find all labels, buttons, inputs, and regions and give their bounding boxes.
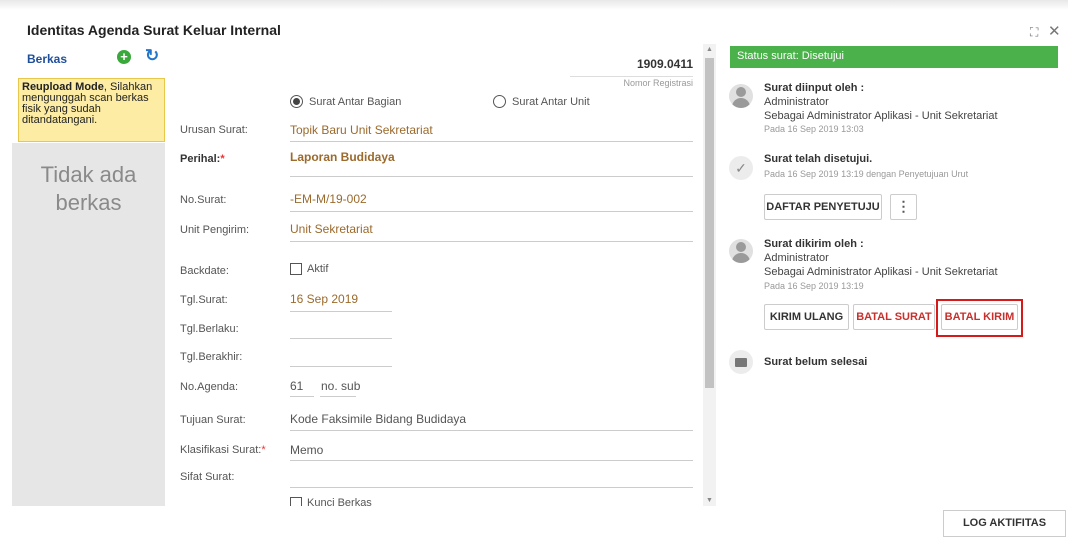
- approved-meta: Pada 16 Sep 2019 13:19 dengan Penyetujua…: [764, 169, 969, 179]
- approved-title: Surat telah disetujui.: [764, 153, 873, 165]
- perihal-label-text: Perihal:: [180, 153, 221, 165]
- noagenda-label: No.Agenda:: [180, 381, 239, 393]
- unit-pengirim-field[interactable]: Unit Sekretariat: [290, 222, 373, 236]
- unit-pengirim-label: Unit Pengirim:: [180, 224, 250, 236]
- tglberakhir-field[interactable]: [290, 366, 392, 367]
- daftar-penyetuju-button[interactable]: DAFTAR PENYETUJU: [764, 194, 882, 220]
- kirim-ulang-button[interactable]: KIRIM ULANG: [764, 304, 849, 330]
- registration-label: Nomor Registrasi: [623, 78, 693, 88]
- urusan-label: Urusan Surat:: [180, 124, 248, 136]
- klasifikasi-label: Klasifikasi Surat:*: [180, 444, 266, 456]
- top-shadow: [0, 0, 1068, 10]
- klasifikasi-field[interactable]: Memo: [290, 443, 323, 457]
- log-aktifitas-button[interactable]: LOG AKTIFITAS SURAT: [943, 510, 1066, 537]
- input-user: Administrator: [764, 96, 829, 108]
- noagenda-field[interactable]: 61: [290, 379, 303, 393]
- nosub-underline: [320, 396, 356, 397]
- unit-underline: [290, 241, 693, 242]
- sifat-field[interactable]: [290, 487, 693, 488]
- user-avatar-icon: [729, 239, 753, 263]
- urusan-field[interactable]: Topik Baru Unit Sekretariat: [290, 123, 433, 137]
- sent-user: Administrator: [764, 252, 829, 264]
- dialog-title: Identitas Agenda Surat Keluar Internal: [27, 22, 281, 38]
- tglberlaku-label: Tgl.Berlaku:: [180, 323, 239, 335]
- tglsurat-field[interactable]: 16 Sep 2019: [290, 292, 358, 306]
- add-icon[interactable]: +: [117, 50, 131, 64]
- mail-icon: [729, 350, 753, 374]
- checkbox-icon: [290, 263, 302, 275]
- scroll-thumb[interactable]: [705, 58, 714, 388]
- status-bar: Status surat: Disetujui: [730, 46, 1058, 68]
- sent-meta: Pada 16 Sep 2019 13:19: [764, 281, 864, 291]
- noagenda-underline: [290, 396, 314, 397]
- batal-surat-button[interactable]: BATAL SURAT: [853, 304, 935, 330]
- form-scrollbar[interactable]: ▲ ▼: [703, 44, 716, 506]
- radio-unchecked-icon: [493, 95, 506, 108]
- radio-surat-antar-unit[interactable]: Surat Antar Unit: [493, 95, 590, 108]
- tglsurat-label: Tgl.Surat:: [180, 294, 228, 306]
- tglberlaku-field[interactable]: [290, 338, 392, 339]
- berkas-heading: Berkas: [27, 52, 68, 66]
- aktif-label: Aktif: [307, 263, 329, 275]
- scroll-up-icon[interactable]: ▲: [706, 46, 713, 53]
- perihal-label: Perihal:*: [180, 153, 225, 165]
- tglberakhir-label: Tgl.Berakhir:: [180, 351, 243, 363]
- tujuan-label: Tujuan Surat:: [180, 414, 246, 426]
- batal-kirim-highlight: [936, 299, 1023, 337]
- kunci-label: Kunci Berkas: [307, 497, 372, 506]
- nosurat-label: No.Surat:: [180, 194, 227, 206]
- nosurat-field[interactable]: -EM-M/19-002: [290, 192, 367, 206]
- perihal-field[interactable]: Laporan Budidaya: [290, 150, 395, 164]
- required-marker: *: [261, 444, 266, 456]
- sent-role: Sebagai Administrator Aplikasi - Unit Se…: [764, 266, 998, 278]
- input-meta: Pada 16 Sep 2019 13:03: [764, 124, 864, 134]
- radio-label: Surat Antar Bagian: [309, 95, 402, 108]
- tujuan-underline: [290, 430, 693, 431]
- file-drop-area[interactable]: Tidak ada berkas: [12, 143, 165, 506]
- scroll-down-icon[interactable]: ▼: [706, 497, 713, 504]
- radio-checked-icon: [290, 95, 303, 108]
- radio-label: Surat Antar Unit: [512, 95, 590, 108]
- input-role: Sebagai Administrator Aplikasi - Unit Se…: [764, 110, 998, 122]
- maximize-icon[interactable]: ⛶: [1030, 25, 1038, 40]
- sent-title: Surat dikirim oleh :: [764, 238, 864, 250]
- aktif-checkbox[interactable]: Aktif: [290, 263, 328, 275]
- empty-files-text: Tidak ada berkas: [40, 162, 137, 215]
- unfinished-status: Surat belum selesai: [764, 356, 868, 368]
- klasifikasi-underline: [290, 460, 693, 461]
- nosub-field[interactable]: no. sub: [321, 379, 360, 393]
- reupload-notice: Reupload Mode, Silahkan mengunggah scan …: [18, 78, 165, 142]
- user-avatar-icon: [729, 84, 753, 108]
- refresh-icon[interactable]: ↻: [145, 46, 159, 66]
- tglsurat-underline: [290, 311, 392, 312]
- more-options-button[interactable]: ⋮: [890, 194, 917, 220]
- klasifikasi-label-text: Klasifikasi Surat:: [180, 444, 262, 456]
- radio-surat-antar-bagian[interactable]: Surat Antar Bagian: [290, 95, 401, 108]
- sifat-label: Sifat Surat:: [180, 471, 235, 483]
- required-marker: *: [220, 153, 225, 165]
- urusan-underline: [290, 141, 693, 142]
- kunci-berkas-checkbox[interactable]: Kunci Berkas: [290, 497, 372, 506]
- registration-divider: [570, 76, 693, 77]
- input-title: Surat diinput oleh :: [764, 82, 865, 94]
- tujuan-field[interactable]: Kode Faksimile Bidang Budidaya: [290, 412, 466, 426]
- kunci-clip: Kunci Berkas: [0, 490, 700, 506]
- registration-number: 1909.0411: [636, 57, 693, 71]
- close-icon[interactable]: ✕: [1048, 22, 1061, 40]
- perihal-underline: [290, 176, 693, 177]
- checkbox-icon: [290, 497, 302, 506]
- check-icon: ✓: [729, 156, 753, 180]
- backdate-label: Backdate:: [180, 265, 229, 277]
- nosurat-underline: [290, 211, 693, 212]
